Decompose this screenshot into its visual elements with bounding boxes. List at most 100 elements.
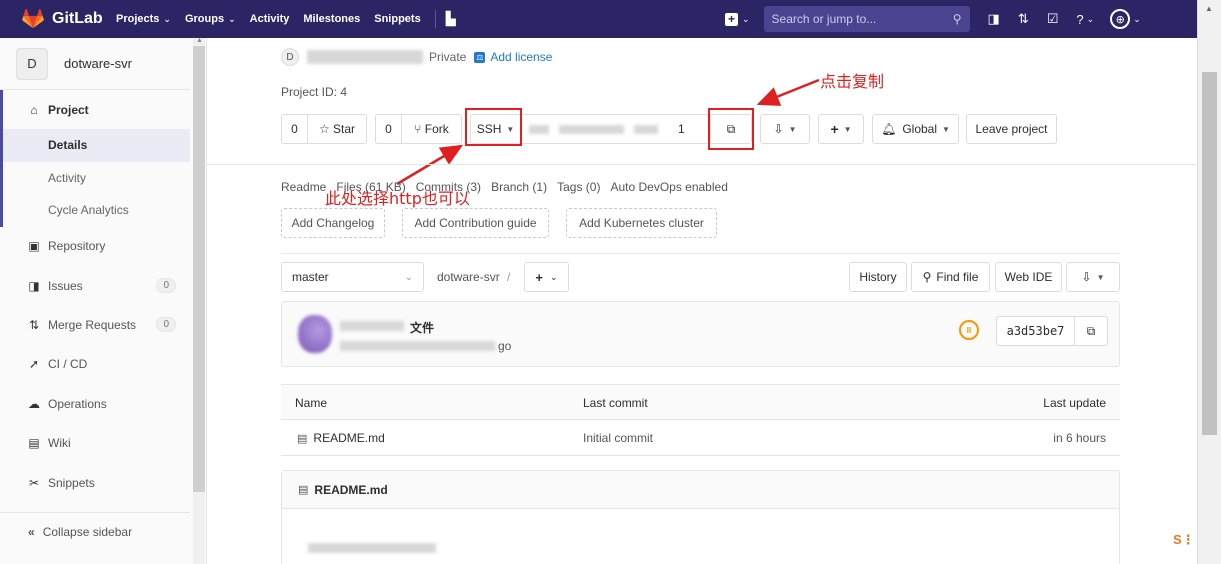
file-name: README.md <box>313 431 385 445</box>
plus-icon: + <box>535 269 544 285</box>
branch-label: master <box>292 270 329 284</box>
nav-projects[interactable]: Projects ⌄ <box>116 13 171 25</box>
sidebar-item-repository[interactable]: ▣ Repository <box>0 227 190 266</box>
plus-square-icon: + <box>725 12 738 26</box>
nav-snippets[interactable]: Snippets <box>374 13 420 25</box>
last-commit-box: 文件 go II a3d53be7 ⧉ <box>281 301 1120 367</box>
branch-select[interactable]: master ⌄ <box>281 262 424 292</box>
plus-icon: + <box>830 121 839 137</box>
fork-count: 0 <box>376 115 402 143</box>
commit-sha-group: a3d53be7 ⧉ <box>996 316 1108 346</box>
chevron-down-icon: ⌄ <box>550 271 558 282</box>
sidebar-scrollbar[interactable]: ▲ <box>193 37 205 564</box>
nav-activity[interactable]: Activity <box>250 13 290 25</box>
file-commit-cell[interactable]: Initial commit <box>583 431 653 445</box>
download-icon: ⇩ <box>773 122 784 136</box>
chevron-down-icon: ⌄ <box>228 13 236 24</box>
scroll-up-icon[interactable]: ▲ <box>1205 4 1213 13</box>
add-to-project-button[interactable]: + ▼ <box>818 114 864 144</box>
clone-url-input[interactable]: 1 <box>520 114 710 144</box>
scroll-up-icon[interactable]: ▲ <box>196 37 203 44</box>
caret-down-icon: ▼ <box>942 124 950 134</box>
commits-link[interactable]: Commits (3) <box>416 180 481 194</box>
fork-button[interactable]: ⑂ Fork <box>402 122 461 136</box>
readme-title: README.md <box>314 482 388 497</box>
breadcrumb-project[interactable]: dotware-svr <box>437 270 500 284</box>
commit-title[interactable]: 文件 <box>410 319 434 336</box>
sidebar-item-wiki[interactable]: ▤ Wiki <box>0 423 190 462</box>
readme-link[interactable]: Readme <box>281 180 326 194</box>
copy-icon[interactable]: ⧉ <box>1075 324 1107 339</box>
find-file-button[interactable]: ⚲ Find file <box>911 262 990 292</box>
merge-request-icon[interactable]: ⇅ <box>1018 11 1029 27</box>
home-icon: ⌂ <box>30 102 38 117</box>
sidebar-project[interactable]: D dotware-svr <box>0 38 190 90</box>
add-changelog-button[interactable]: Add Changelog <box>281 208 385 238</box>
new-dropdown-button[interactable]: + ⌄ <box>725 12 750 26</box>
file-name-cell[interactable]: ▤ README.md <box>297 431 385 445</box>
gitlab-brand[interactable]: GitLab <box>0 9 116 29</box>
section-divider <box>207 164 1197 165</box>
devops-link[interactable]: Auto DevOps enabled <box>610 180 727 194</box>
add-contribution-guide-button[interactable]: Add Contribution guide <box>402 208 549 238</box>
sidebar-item-merge-requests[interactable]: ⇅ Merge Requests 0 <box>0 305 190 344</box>
sidebar-subitem-details[interactable]: Details <box>3 129 190 162</box>
fork-button-group[interactable]: 0 ⑂ Fork <box>375 114 462 144</box>
commit-sha[interactable]: a3d53be7 <box>997 317 1075 345</box>
highlight-ssh-box <box>465 108 522 146</box>
rocket-icon: ➚ <box>28 357 40 372</box>
branch-link[interactable]: Branch (1) <box>491 180 547 194</box>
commit-author-avatar[interactable] <box>298 315 332 353</box>
chevron-down-icon: ⌄ <box>1133 13 1141 24</box>
download-button[interactable]: ⇩ ▼ <box>760 114 810 144</box>
star-button[interactable]: ☆ Star <box>308 122 366 136</box>
caret-down-icon: ▼ <box>788 124 797 134</box>
issues-icon[interactable]: ◨ <box>988 11 1000 27</box>
leave-project-label: Leave project <box>975 122 1048 136</box>
nav-groups[interactable]: Groups ⌄ <box>185 13 236 25</box>
sidebar-item-project[interactable]: ⌂ Project <box>3 90 193 129</box>
pipeline-paused-icon[interactable]: II <box>959 320 979 340</box>
sidebar-subitem-cycle-analytics[interactable]: Cycle Analytics <box>3 194 190 227</box>
star-button-group[interactable]: 0 ☆ Star <box>281 114 367 144</box>
readme-header: ▤ README.md <box>282 471 1119 509</box>
files-link[interactable]: Files (61 KB) <box>336 180 405 194</box>
sidebar-subitem-activity[interactable]: Activity <box>3 162 190 195</box>
visibility-label: Private <box>429 50 467 64</box>
add-file-dropdown[interactable]: + ⌄ <box>524 262 569 292</box>
chart-icon[interactable]: ▙ <box>446 11 456 27</box>
collapse-sidebar-button[interactable]: « Collapse sidebar <box>0 512 190 550</box>
help-icon[interactable]: ? <box>1076 12 1083 27</box>
table-row[interactable]: ▤ README.md Initial commit in 6 hours <box>281 420 1120 456</box>
sidebar-item-operations[interactable]: ☁ Operations <box>0 384 190 423</box>
web-ide-button[interactable]: Web IDE <box>995 262 1062 292</box>
project-name: dotware-svr <box>64 56 132 71</box>
sidebar-item-ci-cd[interactable]: ➚ CI / CD <box>0 345 190 384</box>
sidebar-scrollbar-thumb[interactable] <box>193 46 205 492</box>
brand-name: GitLab <box>52 10 103 27</box>
project-avatar-small: D <box>281 48 299 66</box>
add-license-link[interactable]: ⚖ Add license <box>474 50 552 64</box>
todo-icon[interactable]: ☑ <box>1047 11 1059 27</box>
leave-project-button[interactable]: Leave project <box>966 114 1057 144</box>
tags-link[interactable]: Tags (0) <box>557 180 600 194</box>
sidebar-item-label: Merge Requests <box>48 317 137 332</box>
scrollbar-thumb[interactable] <box>1202 72 1217 435</box>
chevron-down-icon: ⌄ <box>163 13 171 24</box>
search-input[interactable]: Search or jump to... ⚲ <box>763 6 970 32</box>
download-archive-button[interactable]: ⇩ ▼ <box>1066 262 1120 292</box>
file-table-header: Name Last commit Last update <box>281 384 1120 420</box>
scissors-icon: ✂ <box>28 475 40 490</box>
add-kubernetes-cluster-button[interactable]: Add Kubernetes cluster <box>566 208 717 238</box>
user-avatar[interactable]: ⊕ <box>1110 9 1131 29</box>
merge-request-icon: ⇅ <box>28 317 40 332</box>
sidebar-item-label: Repository <box>48 239 106 254</box>
nav-milestones[interactable]: Milestones <box>303 13 360 25</box>
sidebar-item-issues[interactable]: ◨ Issues 0 <box>0 266 190 305</box>
window-scrollbar[interactable]: ▲ <box>1197 0 1221 564</box>
double-chevron-left-icon: « <box>28 524 35 539</box>
sidebar-item-snippets[interactable]: ✂ Snippets <box>0 463 190 502</box>
history-button[interactable]: History <box>849 262 907 292</box>
notification-dropdown[interactable]: 🔔︎ Global ▼ <box>872 114 959 144</box>
file-text-icon: ▤ <box>298 484 309 496</box>
